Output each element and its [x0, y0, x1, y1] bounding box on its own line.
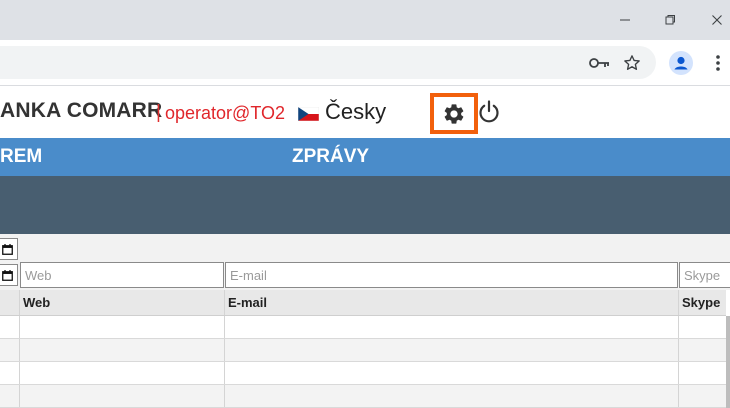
maximize-icon[interactable]	[655, 6, 685, 34]
gear-icon	[444, 103, 464, 124]
close-icon[interactable]	[702, 6, 730, 34]
header-separator: |	[156, 102, 161, 123]
table-cell	[224, 339, 679, 361]
nav-item-rem[interactable]: REM	[0, 146, 42, 168]
table-cell	[0, 385, 20, 407]
czech-flag-icon[interactable]	[297, 106, 320, 122]
table-cell	[0, 316, 20, 338]
column-header-email[interactable]: E-mail	[224, 290, 679, 315]
profile-icon[interactable]	[668, 50, 694, 76]
table-header-row: Web E-mail Skype	[0, 290, 726, 316]
toolbar-band	[0, 176, 730, 234]
browser-titlebar	[0, 0, 730, 40]
key-icon[interactable]	[587, 50, 613, 76]
web-filter-input[interactable]	[20, 262, 224, 288]
table-cell	[19, 339, 225, 361]
table-cell	[678, 316, 730, 338]
star-icon[interactable]	[619, 50, 645, 76]
settings-button[interactable]	[430, 93, 478, 134]
power-icon[interactable]	[476, 99, 502, 125]
table-cell	[0, 362, 20, 384]
nav-item-zpravy[interactable]: ZPRÁVY	[292, 146, 369, 168]
date-picker-button[interactable]	[0, 238, 18, 260]
main-nav: REM ZPRÁVY	[0, 138, 730, 176]
brand-title: ANKA COMARR	[0, 99, 163, 122]
table-scrollbar[interactable]	[726, 316, 730, 408]
calendar-icon	[1, 269, 13, 281]
skype-filter-input[interactable]	[679, 262, 730, 288]
app-header: ANKA COMARR | operator@TO2 Česky	[0, 87, 730, 137]
browser-toolbar	[0, 40, 730, 86]
table-row[interactable]	[0, 316, 726, 339]
table-cell	[19, 362, 225, 384]
operator-label[interactable]: operator@TO2	[165, 103, 285, 124]
table-cell	[678, 385, 730, 407]
table-row[interactable]	[0, 362, 726, 385]
data-table: Web E-mail Skype	[0, 290, 726, 408]
minimize-icon[interactable]	[610, 6, 640, 34]
table-cell	[0, 339, 20, 361]
column-header-web[interactable]: Web	[19, 290, 225, 315]
table-cell	[224, 316, 679, 338]
menu-icon[interactable]	[705, 50, 730, 76]
language-selector[interactable]: Česky	[325, 99, 386, 125]
table-cell	[224, 362, 679, 384]
column-header-skype[interactable]: Skype	[678, 290, 730, 315]
column-header[interactable]	[0, 290, 20, 315]
email-filter-input[interactable]	[225, 262, 678, 288]
address-bar[interactable]	[0, 46, 656, 79]
table-row[interactable]	[0, 339, 726, 362]
table-cell	[19, 385, 225, 407]
table-cell	[678, 339, 730, 361]
table-cell	[19, 316, 225, 338]
table-cell	[224, 385, 679, 407]
calendar-icon	[1, 243, 13, 255]
table-row[interactable]	[0, 385, 726, 408]
table-cell	[678, 362, 730, 384]
date-picker-button[interactable]	[0, 264, 18, 286]
